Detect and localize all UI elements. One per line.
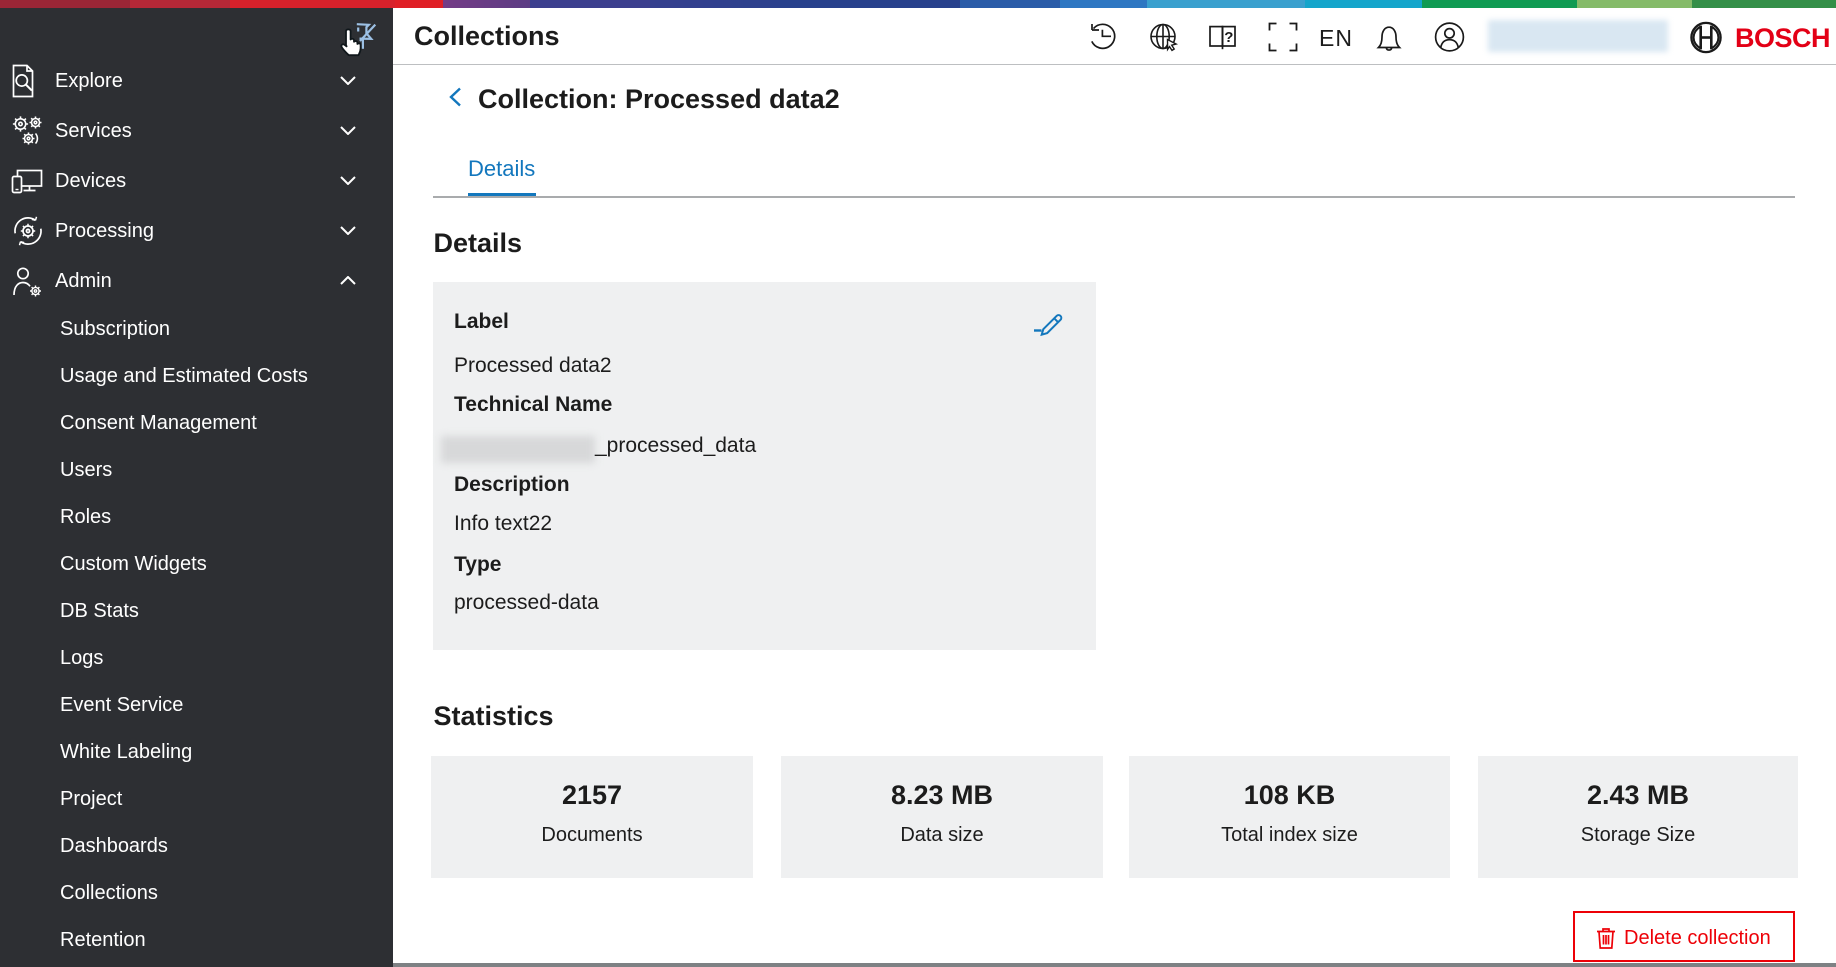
svg-text:?: ?	[1224, 29, 1233, 46]
